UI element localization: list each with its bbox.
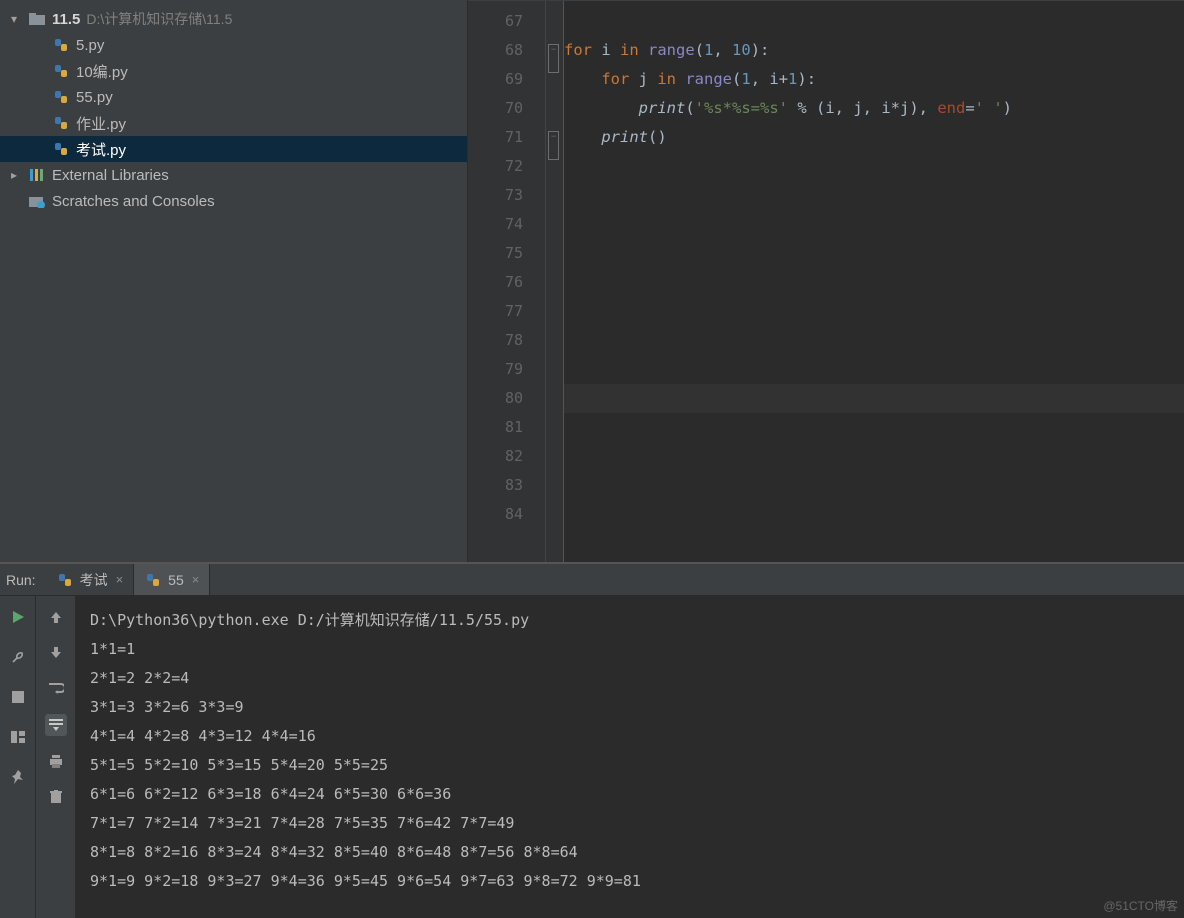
pin-icon[interactable]	[7, 766, 29, 788]
python-file-icon	[52, 62, 70, 80]
file-label: 5.py	[76, 37, 104, 54]
file-label: 10编.py	[76, 61, 128, 82]
file-5.py[interactable]: 5.py	[0, 32, 467, 58]
layout-icon[interactable]	[7, 726, 29, 748]
run-label: Run:	[0, 572, 46, 588]
soft-wrap-icon[interactable]	[45, 678, 67, 700]
run-tab-label: 55	[168, 572, 184, 588]
print-icon[interactable]	[45, 750, 67, 772]
python-file-icon	[56, 571, 74, 589]
python-file-icon	[52, 140, 70, 158]
project-name: 11.5	[52, 11, 80, 28]
chevron-right-icon[interactable]: ▸	[6, 168, 22, 182]
file-label: 55.py	[76, 89, 113, 106]
down-arrow-icon[interactable]	[45, 642, 67, 664]
python-file-icon	[144, 571, 162, 589]
chevron-down-icon[interactable]: ▾	[6, 12, 22, 26]
python-file-icon	[52, 88, 70, 106]
python-file-icon	[52, 36, 70, 54]
external-libraries-label: External Libraries	[52, 167, 169, 184]
scroll-to-end-icon[interactable]	[45, 714, 67, 736]
run-toolbar-left	[0, 596, 36, 918]
run-tab-考试[interactable]: 考试 ×	[46, 564, 135, 595]
file-作业.py[interactable]: 作业.py	[0, 110, 467, 136]
scratches-row[interactable]: Scratches and Consoles	[0, 188, 467, 214]
fold-column[interactable]: −−	[546, 1, 564, 562]
stop-icon[interactable]	[7, 686, 29, 708]
console-output[interactable]: D:\Python36\python.exe D:/计算机知识存储/11.5/5…	[76, 596, 1184, 918]
file-label: 考试.py	[76, 139, 126, 160]
line-number-gutter: 676869707172737475767778798081828384	[468, 1, 546, 562]
wrench-icon[interactable]	[7, 646, 29, 668]
code-content[interactable]: for i in range(1, 10): for j in range(1,…	[564, 1, 1184, 562]
run-toolbar-right	[36, 596, 76, 918]
run-icon[interactable]	[7, 606, 29, 628]
run-header: Run: 考试 × 55 ×	[0, 564, 1184, 596]
file-55.py[interactable]: 55.py	[0, 84, 467, 110]
scratches-label: Scratches and Consoles	[52, 193, 215, 210]
file-考试.py[interactable]: 考试.py	[0, 136, 467, 162]
folder-icon	[28, 10, 46, 28]
python-file-icon	[52, 114, 70, 132]
run-tab-label: 考试	[80, 570, 108, 590]
up-arrow-icon[interactable]	[45, 606, 67, 628]
project-root-row[interactable]: ▾ 11.5 D:\计算机知识存储\11.5	[0, 6, 467, 32]
project-tree[interactable]: ▾ 11.5 D:\计算机知识存储\11.5 5.py 10编.py 55.py 作业…	[0, 0, 468, 562]
close-icon[interactable]: ×	[192, 572, 200, 587]
external-libraries-row[interactable]: ▸ External Libraries	[0, 162, 467, 188]
file-label: 作业.py	[76, 113, 126, 134]
run-tool-window: Run: 考试 × 55 × D:\Python36\python.exe D:/计算…	[0, 562, 1184, 918]
project-path: D:\计算机知识存储\11.5	[86, 9, 232, 29]
file-10编.py[interactable]: 10编.py	[0, 58, 467, 84]
close-icon[interactable]: ×	[116, 572, 124, 587]
trash-icon[interactable]	[45, 786, 67, 808]
watermark: @51CTO博客	[1103, 897, 1178, 914]
run-tab-55[interactable]: 55 ×	[134, 564, 210, 595]
code-editor[interactable]: 676869707172737475767778798081828384 −− …	[468, 0, 1184, 562]
library-icon	[28, 166, 46, 184]
scratch-icon	[28, 192, 46, 210]
